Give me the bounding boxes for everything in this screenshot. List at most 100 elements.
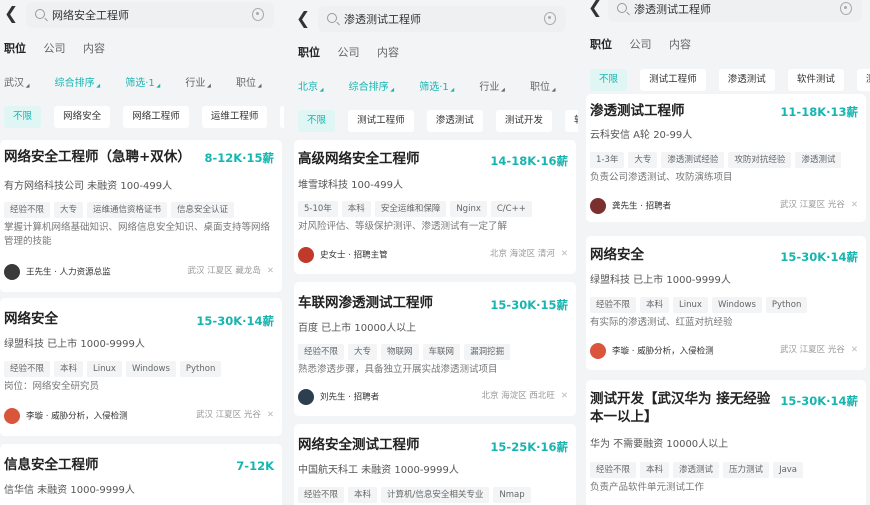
job-tag: Java — [773, 462, 804, 478]
tab-companies[interactable]: 公司 — [44, 42, 66, 55]
company-info: 云科安信 A轮 20-99人 — [590, 130, 693, 141]
filter-screen[interactable]: 筛选·1 — [125, 78, 160, 89]
chip[interactable]: 网络安全 — [54, 106, 111, 128]
chip[interactable]: 测试 — [856, 69, 870, 91]
chip-all[interactable]: 不限 — [590, 69, 628, 91]
filter-position[interactable]: 职位 — [236, 78, 261, 89]
job-tag: 大专 — [348, 344, 378, 360]
avatar — [298, 246, 314, 263]
job-title: 网络安全 — [4, 311, 58, 327]
location-icon[interactable] — [840, 2, 852, 15]
chip-all[interactable]: 不限 — [298, 110, 336, 132]
company-info: 中国航天科工 未融资 1000-9999人 — [298, 465, 459, 476]
filter-position[interactable]: 职位 — [530, 82, 555, 93]
job-title: 测试开发【武汉华为 接无经验本一以上】 — [590, 391, 771, 425]
job-card[interactable]: 网络安全 15-30K·14薪 绿盟科技 已上市 1000-9999人 经验不限… — [0, 298, 282, 436]
chip[interactable]: 测试工程师 — [348, 110, 414, 132]
job-card[interactable]: 渗透测试工程师 11-18K·13薪 云科安信 A轮 20-99人 1-3年 大专… — [586, 94, 866, 222]
location-icon[interactable] — [544, 12, 556, 25]
job-location-text: 武汉 江夏区 光谷 — [779, 200, 845, 210]
chip[interactable]: 软件测试 — [787, 69, 844, 91]
job-tag: 本科 — [640, 297, 670, 313]
filter-industry[interactable]: 行业 — [185, 78, 210, 89]
company-info: 百度 已上市 10000人以上 — [298, 323, 417, 334]
job-description: 对风险评估、等级保护测评、渗透测试有一定了解 — [298, 221, 508, 232]
search-icon — [35, 9, 45, 19]
tab-jobs[interactable]: 职位 — [298, 46, 320, 59]
tab-companies[interactable]: 公司 — [630, 38, 652, 51]
job-tag: Nginx — [450, 201, 487, 217]
job-tag: 压力测试 — [723, 462, 770, 478]
job-card[interactable]: 车联网渗透测试工程师 15-30K·15薪 百度 已上市 10000人以上 经验… — [294, 282, 576, 416]
search-input[interactable]: 渗透测试工程师 — [318, 6, 566, 32]
job-salary: 15-30K·14薪 — [780, 394, 858, 408]
job-location: 武汉 江夏区 光谷 ✕ — [780, 343, 858, 355]
close-icon[interactable]: ✕ — [267, 266, 274, 276]
result-tabs: 职位 公司 内容 — [590, 36, 705, 52]
chip-all[interactable]: 不限 — [4, 106, 42, 128]
search-query: 渗透测试工程师 — [634, 3, 711, 16]
job-tag: 本科 — [54, 361, 84, 377]
filter-screen[interactable]: 筛选·1 — [419, 82, 454, 93]
job-title: 网络安全测试工程师 — [298, 437, 420, 453]
job-card[interactable]: 测试开发【武汉华为 接无经验本一以上】 15-30K·14薪 华为 不需要融资 … — [586, 380, 866, 505]
recruiter: 李璇 · 威胁分析，入侵检测 — [590, 340, 714, 359]
search-query: 渗透测试工程师 — [344, 13, 421, 26]
tab-content[interactable]: 内容 — [669, 38, 691, 51]
search-input[interactable]: 渗透测试工程师 — [608, 0, 862, 22]
filter-sort[interactable]: 综合排序 — [55, 78, 100, 89]
job-title: 渗透测试工程师 — [590, 103, 685, 119]
location-icon[interactable] — [252, 8, 264, 21]
chip[interactable]: 运维工程师 — [201, 106, 268, 128]
job-tag: 经验不限 — [590, 462, 637, 478]
job-tag: 漏洞挖掘 — [464, 344, 511, 360]
chip[interactable]: 测试开发 — [495, 110, 552, 132]
close-icon[interactable]: ✕ — [561, 391, 568, 401]
tab-content[interactable]: 内容 — [377, 46, 399, 59]
job-location-text: 武汉 江夏区 藏龙岛 — [187, 266, 261, 276]
job-tag: 5-10年 — [298, 201, 338, 217]
job-location-text: 北京 海淀区 西北旺 — [481, 391, 555, 401]
keyword-chips: 不限 网络安全 网络工程师 运维工程师 光讯 — [4, 104, 284, 128]
close-icon[interactable]: ✕ — [851, 345, 858, 355]
search-icon — [617, 3, 627, 13]
job-location-text: 北京 海淀区 清河 — [489, 249, 555, 259]
company-info: 有方网络科技公司 未融资 100-499人 — [4, 181, 173, 192]
search-icon — [327, 13, 337, 23]
avatar — [590, 342, 606, 359]
chip[interactable]: 测试工程师 — [640, 69, 706, 91]
job-card[interactable]: 网络安全测试工程师 15-25K·16薪 中国航天科工 未融资 1000-999… — [294, 424, 576, 505]
job-tag: C/C++ — [490, 201, 532, 217]
back-arrow-icon[interactable]: ❮ — [588, 0, 604, 18]
job-description: 掌握计算机网络基础知识、网络信息安全知识、桌面支持等网络管理的技能 — [4, 222, 271, 247]
job-tag: 经验不限 — [590, 297, 637, 313]
filter-industry[interactable]: 行业 — [479, 82, 504, 93]
close-icon[interactable]: ✕ — [561, 249, 568, 259]
recruiter: 刘先生 · 招聘者 — [298, 386, 379, 405]
job-card[interactable]: 网络安全工程师（急聘+双休） 8-12K·15薪 有方网络科技公司 未融资 10… — [0, 140, 282, 292]
tab-jobs[interactable]: 职位 — [590, 38, 612, 51]
filter-sort[interactable]: 综合排序 — [349, 82, 394, 93]
job-card[interactable]: 高级网络安全工程师 14-18K·16薪 堆雪球科技 100-499人 5-10… — [294, 140, 576, 274]
search-input[interactable]: 网络安全工程师 — [26, 2, 274, 28]
job-salary: 15-25K·16薪 — [490, 440, 568, 454]
back-arrow-icon[interactable]: ❮ — [296, 9, 312, 29]
job-tag: 1-3年 — [590, 152, 625, 168]
chip[interactable]: 网络工程师 — [123, 106, 189, 128]
company-info: 华为 不需要融资 10000人以上 — [590, 439, 729, 450]
chip[interactable]: 渗透测试 — [426, 110, 483, 132]
back-arrow-icon[interactable]: ❮ — [4, 4, 20, 24]
job-card[interactable]: 信息安全工程师 7-12K 信华信 未融资 1000-9999人 — [0, 444, 282, 505]
job-card[interactable]: 网络安全 15-30K·14薪 绿盟科技 已上市 1000-9999人 经验不限… — [586, 236, 866, 370]
job-salary: 14-18K·16薪 — [490, 154, 568, 168]
tab-content[interactable]: 内容 — [83, 42, 105, 55]
filter-city[interactable]: 北京 — [298, 82, 323, 93]
tab-companies[interactable]: 公司 — [338, 46, 360, 59]
chip[interactable]: 渗透测试 — [718, 69, 775, 91]
avatar — [298, 388, 314, 405]
close-icon[interactable]: ✕ — [267, 410, 274, 420]
filter-city[interactable]: 武汉 — [4, 78, 29, 89]
tab-jobs[interactable]: 职位 — [4, 42, 26, 55]
close-icon[interactable]: ✕ — [851, 200, 858, 210]
job-location: 武汉 江夏区 光谷 ✕ — [196, 408, 274, 420]
